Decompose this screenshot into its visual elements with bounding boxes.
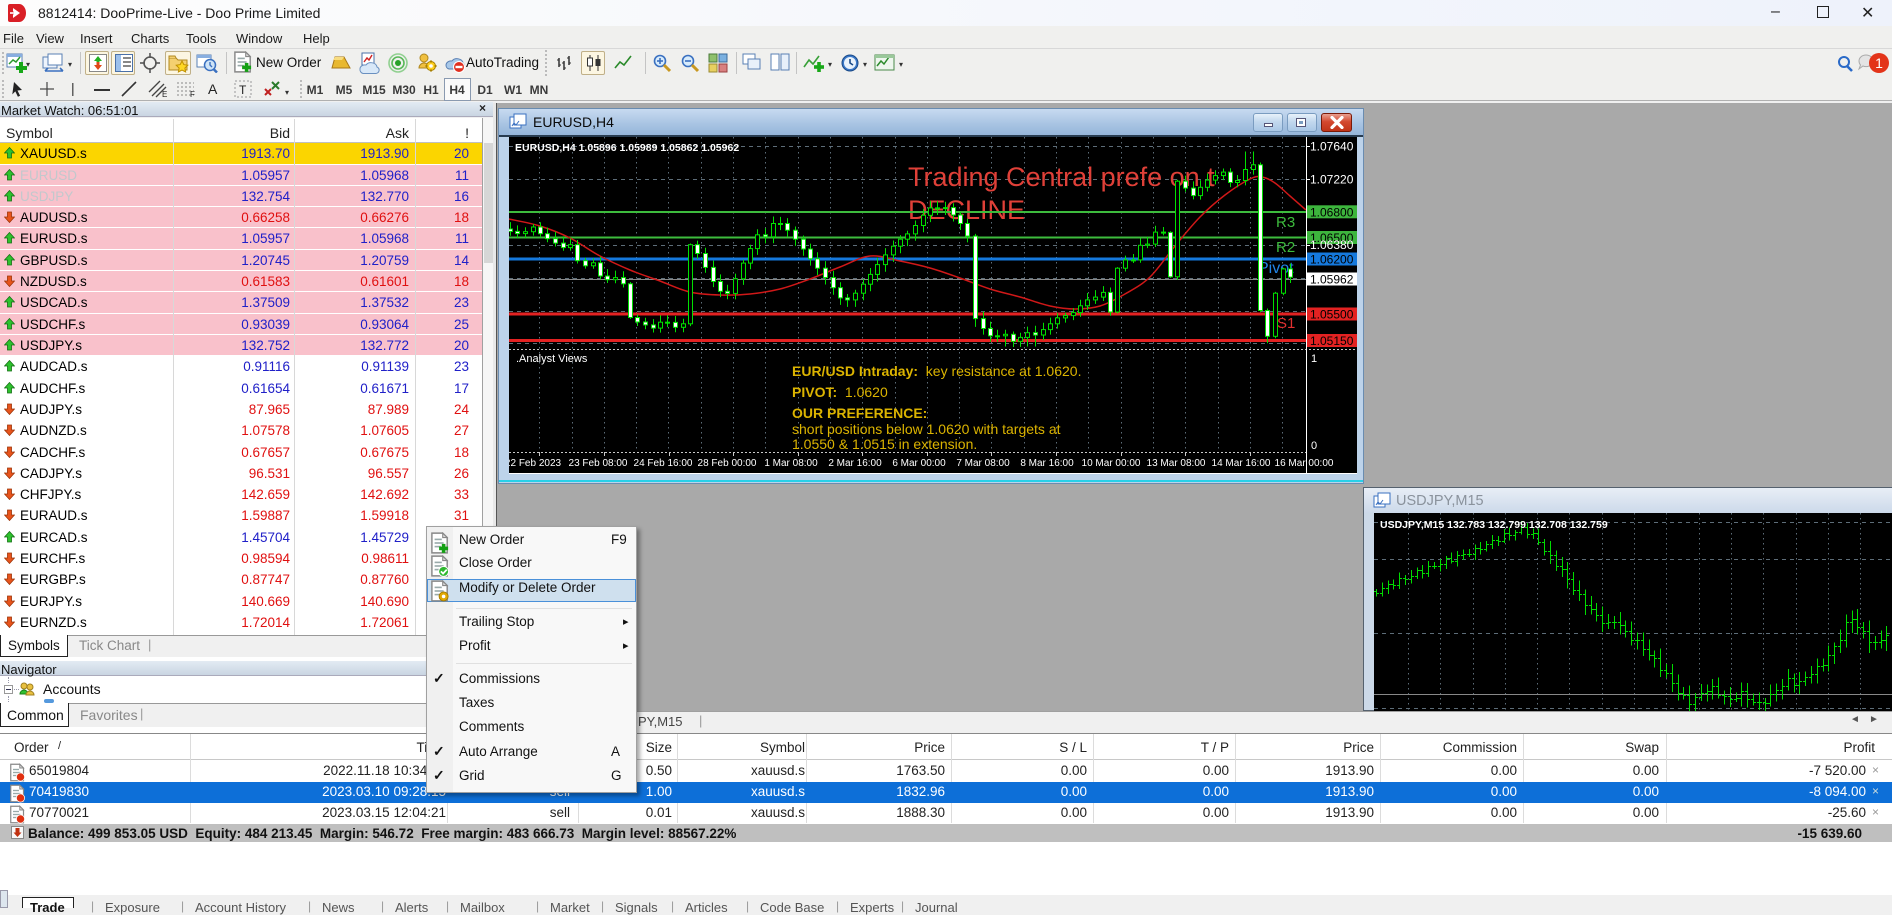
svg-text:1.05150: 1.05150 <box>1310 334 1354 348</box>
svg-text:USDJPY,M15 132.783 132.799 13: USDJPY,M15 132.783 132.799 132.708 132.7… <box>1380 519 1608 531</box>
svg-text:OUR PREFERENCE:: OUR PREFERENCE: <box>792 405 927 421</box>
svg-text:Trading Central prefe on t: Trading Central prefe on t <box>908 162 1215 192</box>
svg-text:16 Mar 00:00: 16 Mar 00:00 <box>1275 458 1334 469</box>
svg-text:short positions below 1.0620 w: short positions below 1.0620 with target… <box>792 421 1061 437</box>
svg-text:0: 0 <box>1311 440 1317 452</box>
svg-text:PIVOT: 1.0620: PIVOT: 1.0620 <box>792 384 888 400</box>
svg-text:14 Mar 16:00: 14 Mar 16:00 <box>1212 458 1271 469</box>
svg-text:8 Mar 16:00: 8 Mar 16:00 <box>1020 458 1074 469</box>
svg-text:EURUSD,H4 1.05896 1.05989 1.0: EURUSD,H4 1.05896 1.05989 1.05862 1.0596… <box>515 142 739 154</box>
svg-text:EUR/USD Intraday: key resista: EUR/USD Intraday: key resistance at 1.06… <box>792 363 1081 379</box>
svg-text:10 Mar 00:00: 10 Mar 00:00 <box>1082 458 1141 469</box>
svg-text:1: 1 <box>1875 55 1883 71</box>
svg-text:S1: S1 <box>1277 315 1295 332</box>
svg-text:1.07640: 1.07640 <box>1310 140 1354 154</box>
svg-text:1.07220: 1.07220 <box>1310 172 1354 186</box>
svg-text:R2: R2 <box>1276 239 1295 256</box>
svg-text:T: T <box>239 83 247 97</box>
svg-text:13 Mar 08:00: 13 Mar 08:00 <box>1147 458 1206 469</box>
svg-text:24 Feb 16:00: 24 Feb 16:00 <box>634 458 693 469</box>
svg-text:1.06380: 1.06380 <box>1310 238 1354 252</box>
svg-text:1.06800: 1.06800 <box>1310 205 1354 219</box>
svg-text:1.06200: 1.06200 <box>1310 253 1354 267</box>
svg-text:28 Feb 00:00: 28 Feb 00:00 <box>698 458 757 469</box>
svg-text:1.05500: 1.05500 <box>1310 308 1354 322</box>
svg-text:1: 1 <box>1311 353 1317 365</box>
svg-text:23 Feb 08:00: 23 Feb 08:00 <box>569 458 628 469</box>
svg-text:6 Mar 00:00: 6 Mar 00:00 <box>892 458 946 469</box>
svg-text:.Analyst Views: .Analyst Views <box>516 353 588 365</box>
svg-text:1 Mar 08:00: 1 Mar 08:00 <box>764 458 818 469</box>
svg-text:1.05962: 1.05962 <box>1310 273 1354 287</box>
svg-text:7 Mar 08:00: 7 Mar 08:00 <box>956 458 1010 469</box>
svg-text:1.0550 & 1.0515 in extension.: 1.0550 & 1.0515 in extension. <box>792 436 977 452</box>
svg-text:E: E <box>162 90 167 98</box>
svg-text:22 Feb 2023: 22 Feb 2023 <box>509 458 562 469</box>
svg-text:2 Mar 16:00: 2 Mar 16:00 <box>828 458 882 469</box>
svg-text:R3: R3 <box>1276 214 1295 231</box>
svg-text:F: F <box>190 90 195 98</box>
